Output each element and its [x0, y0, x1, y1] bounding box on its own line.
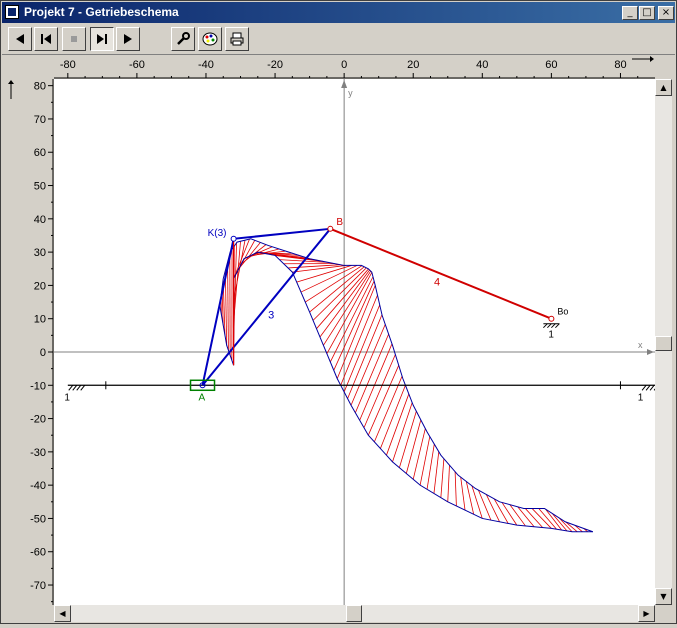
go-to-start-button[interactable]	[34, 27, 58, 51]
y-tick-label: 50	[34, 181, 46, 193]
vertical-scrollbar[interactable]: ▲ ▼	[655, 79, 672, 605]
pivot-bo	[549, 316, 554, 321]
y-tick-label: -10	[30, 380, 46, 392]
play-forward-button[interactable]	[116, 27, 140, 51]
pivot-bo-label: Bo	[557, 307, 568, 317]
y-tick-label: 0	[40, 347, 46, 359]
y-tick-label: -70	[30, 580, 46, 592]
x-tick-label: -60	[129, 59, 145, 71]
settings-tool-button[interactable]	[171, 27, 195, 51]
horizontal-scrollbar[interactable]: ◀ ▶	[54, 605, 655, 622]
y-tick-label: 20	[34, 280, 46, 292]
horizontal-scroll-thumb[interactable]	[346, 605, 362, 622]
x-tick-label: -40	[198, 59, 214, 71]
minimize-button[interactable]: _	[622, 6, 638, 20]
y-tick-label: -60	[30, 547, 46, 559]
coupler-point-k	[231, 236, 236, 241]
stop-button[interactable]	[62, 27, 86, 51]
y-tick-label: -30	[30, 447, 46, 459]
y-tick-label: 60	[34, 147, 46, 159]
x-tick-label: -80	[60, 59, 76, 71]
x-tick-label: 20	[407, 59, 419, 71]
pivot-bo-frame-label: 1	[548, 330, 554, 341]
play-back-button[interactable]	[8, 27, 32, 51]
drawing-canvas	[54, 79, 655, 605]
frame-label-left: 1	[64, 392, 70, 403]
title-bar[interactable]: Projekt 7 - Getriebeschema _ □ ×	[2, 2, 675, 23]
x-tick-label: 40	[476, 59, 488, 71]
x-tick-label: 80	[614, 59, 626, 71]
stop-icon	[66, 31, 82, 47]
x-axis-label: x	[638, 340, 643, 350]
y-tick-label: 80	[34, 81, 46, 93]
x-tick-label: 60	[545, 59, 557, 71]
toolbar	[2, 24, 675, 55]
maximize-button[interactable]: □	[639, 6, 655, 20]
scroll-left-button[interactable]: ◀	[54, 605, 71, 622]
scroll-right-button[interactable]: ▶	[638, 605, 655, 622]
vertical-scroll-thumb[interactable]	[655, 336, 672, 351]
app-icon[interactable]	[5, 5, 19, 19]
y-tick-label: -40	[30, 480, 46, 492]
go-to-end-icon	[94, 31, 110, 47]
y-tick-label: -50	[30, 513, 46, 525]
coupler-point-k-label: K(3)	[208, 228, 227, 239]
rocker-link-label: 4	[434, 276, 440, 288]
mechanism-plot[interactable]: -80 -60 -40 -20 0 20 40 60 80 80 70 60 50 40 30 20 10 0 -1…	[2, 55, 675, 623]
scrollbar-corner	[655, 605, 672, 622]
coupler-link-label: 3	[268, 310, 274, 322]
scroll-down-button[interactable]: ▼	[655, 588, 672, 605]
x-tick-label: 0	[341, 59, 347, 71]
joint-b-label: B	[336, 217, 343, 228]
y-direction-arrowhead	[8, 80, 14, 84]
printer-icon	[229, 31, 245, 47]
joint-a-label: A	[199, 392, 206, 403]
y-tick-label: 10	[34, 314, 46, 326]
y-tick-label: 30	[34, 247, 46, 259]
frame-label-right: 1	[638, 392, 644, 403]
play-forward-icon	[120, 31, 136, 47]
go-to-start-icon	[38, 31, 54, 47]
y-tick-label: -20	[30, 414, 46, 426]
plot-area[interactable]: -80 -60 -40 -20 0 20 40 60 80 80 70 60 50 40 30 20 10 0 -1…	[2, 55, 675, 623]
joint-b	[328, 226, 333, 231]
scroll-up-button[interactable]: ▲	[655, 79, 672, 96]
play-back-icon	[12, 31, 28, 47]
window: Projekt 7 - Getriebeschema _ □ × -	[0, 0, 677, 624]
window-title: Projekt 7 - Getriebeschema	[24, 5, 179, 19]
close-button[interactable]: ×	[658, 6, 674, 20]
x-direction-arrowhead	[650, 56, 654, 62]
x-tick-label: -20	[267, 59, 283, 71]
go-to-end-button[interactable]	[90, 27, 114, 51]
color-palette-button[interactable]	[198, 27, 222, 51]
print-button[interactable]	[225, 27, 249, 51]
wrench-icon	[175, 31, 191, 47]
y-tick-label: 40	[34, 214, 46, 226]
y-axis-label: y	[348, 88, 353, 98]
y-tick-label: 70	[34, 114, 46, 126]
palette-icon	[202, 31, 218, 47]
